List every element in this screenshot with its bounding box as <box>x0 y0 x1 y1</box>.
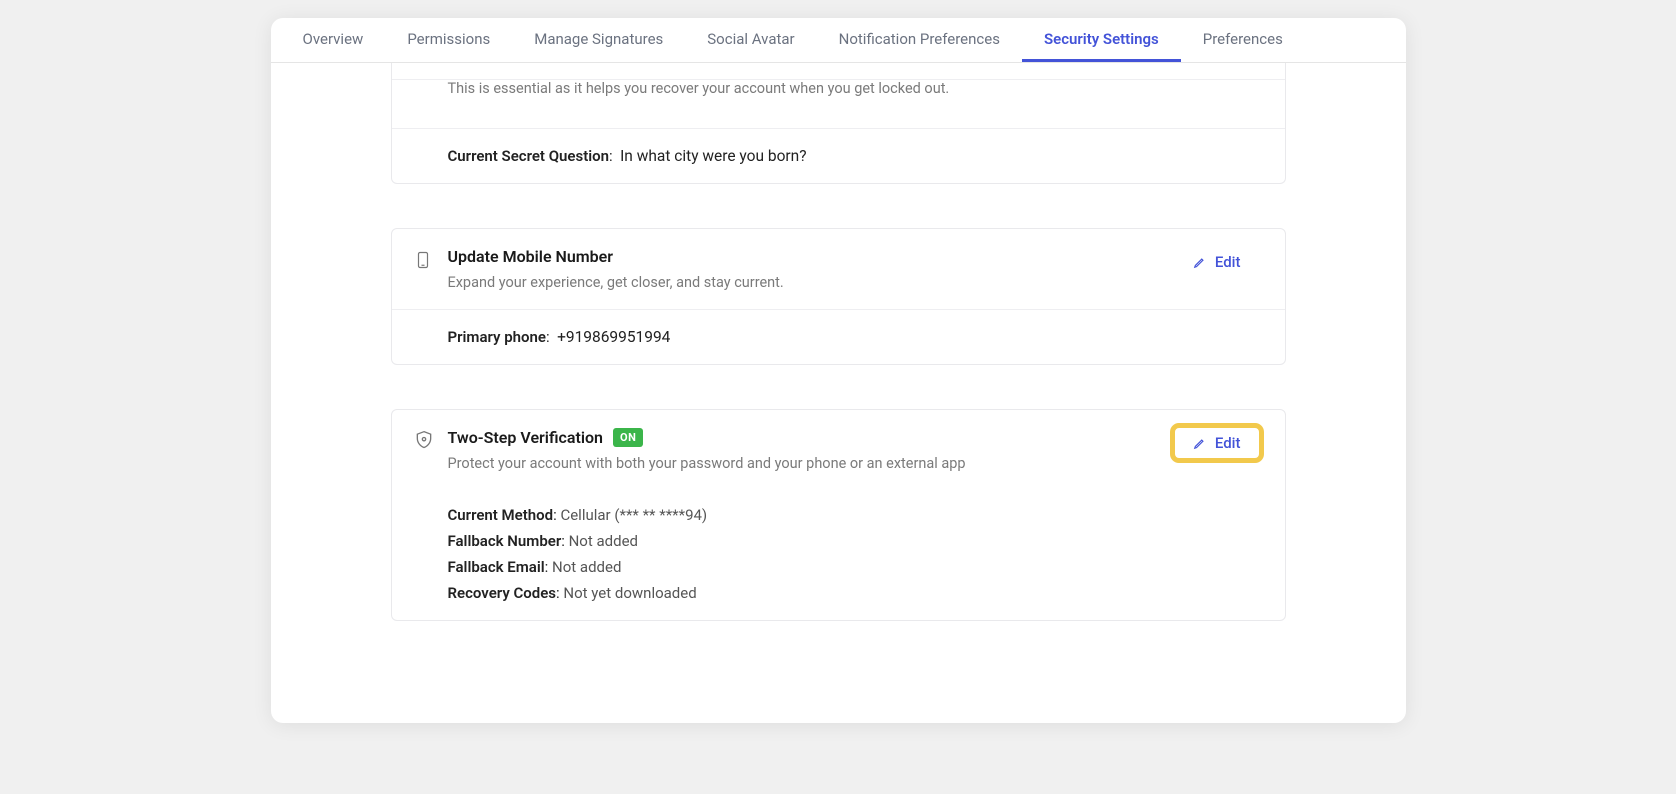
current-method-label: Current Method <box>448 506 554 524</box>
two-step-row: Fallback Number: Not added <box>448 532 1263 550</box>
fallback-email-value: Not added <box>552 558 621 576</box>
mobile-number-body: Primary phone: +919869951994 <box>392 310 1285 364</box>
edit-mobile-button[interactable]: Edit <box>1175 247 1259 277</box>
content-area: This is essential as it helps you recove… <box>271 63 1406 723</box>
two-step-card: Two-Step Verification ON Protect your ac… <box>391 409 1286 621</box>
tab-bar: Overview Permissions Manage Signatures S… <box>271 18 1406 63</box>
current-secret-question-value: In what city were you born? <box>620 147 806 165</box>
secret-question-header-clip <box>392 63 1285 80</box>
mobile-number-card: Update Mobile Number Expand your experie… <box>391 228 1286 365</box>
recovery-codes-value: Not yet downloaded <box>563 584 696 602</box>
tab-notification-preferences[interactable]: Notification Preferences <box>817 18 1022 62</box>
edit-label: Edit <box>1215 253 1241 271</box>
two-step-description: Protect your account with both your pass… <box>448 455 1161 472</box>
primary-phone-value: +919869951994 <box>557 328 670 346</box>
settings-window: Overview Permissions Manage Signatures S… <box>271 18 1406 723</box>
edit-label: Edit <box>1215 434 1241 452</box>
tab-social-avatar[interactable]: Social Avatar <box>685 18 816 62</box>
fallback-number-value: Not added <box>569 532 638 550</box>
current-method-value: Cellular (*** ** ****94) <box>560 506 707 524</box>
tab-preferences[interactable]: Preferences <box>1181 18 1305 62</box>
mobile-number-description: Expand your experience, get closer, and … <box>448 274 1161 291</box>
two-step-row: Current Method: Cellular (*** ** ****94) <box>448 506 1263 524</box>
tab-manage-signatures[interactable]: Manage Signatures <box>512 18 685 62</box>
two-step-body: Current Method: Cellular (*** ** ****94)… <box>392 482 1285 620</box>
shield-icon <box>414 430 434 450</box>
pencil-icon <box>1193 255 1207 269</box>
two-step-row: Recovery Codes: Not yet downloaded <box>448 584 1263 602</box>
mobile-number-title: Update Mobile Number <box>448 247 614 266</box>
tab-security-settings[interactable]: Security Settings <box>1022 18 1181 62</box>
pencil-icon <box>1193 436 1207 450</box>
primary-phone-label: Primary phone <box>448 328 546 346</box>
secret-question-description: This is essential as it helps you recove… <box>448 80 1183 97</box>
edit-two-step-button[interactable]: Edit <box>1175 428 1259 458</box>
two-step-title: Two-Step Verification <box>448 428 603 447</box>
phone-icon <box>414 249 434 269</box>
recovery-codes-label: Recovery Codes <box>448 584 557 602</box>
tab-permissions[interactable]: Permissions <box>385 18 512 62</box>
lock-icon <box>414 82 434 102</box>
current-secret-question-label: Current Secret Question <box>448 147 610 165</box>
secret-question-card: This is essential as it helps you recove… <box>391 63 1286 184</box>
tab-overview[interactable]: Overview <box>281 18 386 62</box>
fallback-number-label: Fallback Number <box>448 532 562 550</box>
two-step-row: Fallback Email: Not added <box>448 558 1263 576</box>
fallback-email-label: Fallback Email <box>448 558 545 576</box>
two-step-status-badge: ON <box>613 428 643 447</box>
secret-question-body: Current Secret Question: In what city we… <box>392 129 1285 183</box>
